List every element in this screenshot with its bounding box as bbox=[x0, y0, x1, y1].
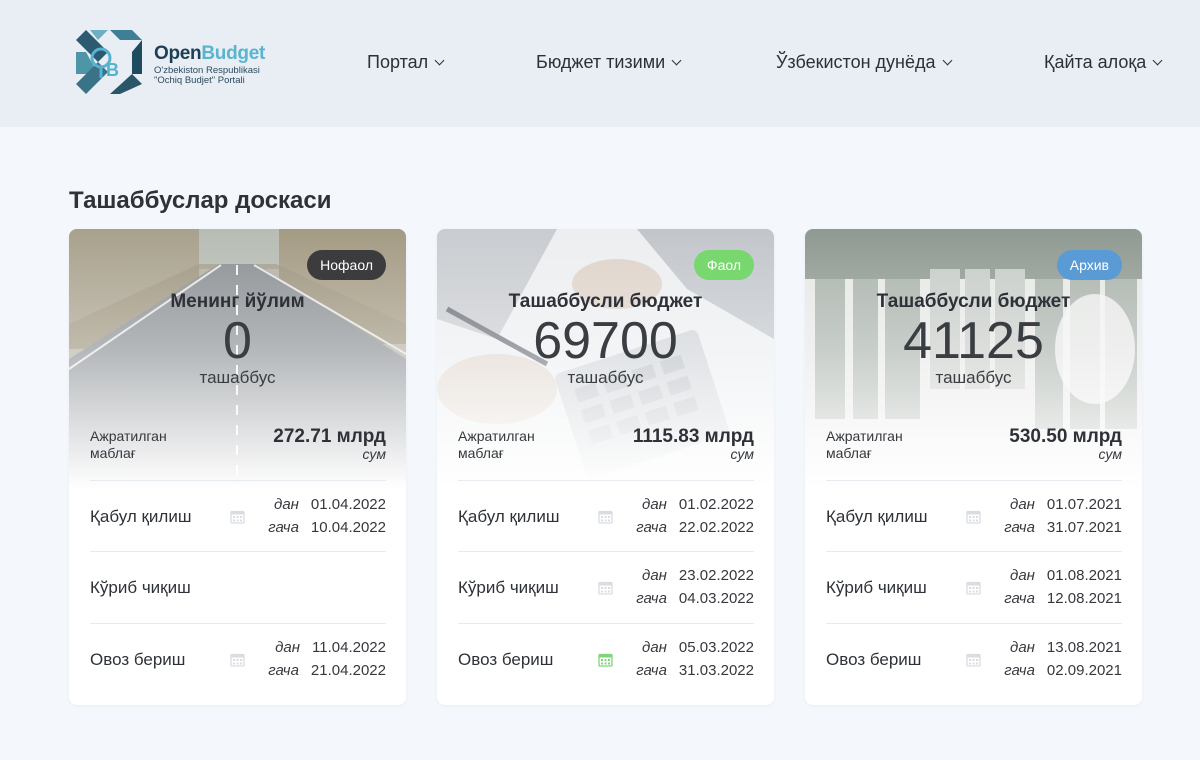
date-to: 04.03.2022 bbox=[678, 590, 754, 607]
stage-label: Овоз бериш bbox=[826, 650, 922, 669]
stage-row-review: Кўриб чиқиш bbox=[90, 551, 386, 622]
status-badge: Нофаол bbox=[307, 250, 386, 280]
stage-label: Қабул қилиш bbox=[826, 507, 928, 526]
initiative-count: 41125 bbox=[903, 312, 1044, 370]
stage-label: Кўриб чиқиш bbox=[458, 578, 559, 597]
stage-dates: дан 01.02.2022 гача 22.02.2022 bbox=[636, 496, 754, 536]
date-to: 10.04.2022 bbox=[310, 519, 386, 536]
stage-label: Овоз бериш bbox=[458, 650, 554, 669]
card-title: Менинг йўлим bbox=[170, 291, 305, 312]
initiative-card[interactable]: Нофаол Менинг йўлим 0 ташаббус Ажратилга… bbox=[69, 229, 406, 705]
card-title: Ташаббусли бюджет bbox=[508, 291, 703, 312]
calendar-active-icon bbox=[598, 653, 613, 667]
stage-row-vote: Овоз бериш дан 05.03.2022 гача 31.03.2022 bbox=[458, 623, 754, 694]
stage-dates: дан 01.08.2021 гача 12.08.2021 bbox=[1004, 567, 1122, 607]
nav-uzbekistan-world-label: Ўзбекистон дунёда bbox=[776, 52, 936, 72]
openbudget-logo[interactable]: B OpenBudget O'zbekiston Respublikasi "O… bbox=[68, 22, 283, 104]
stage-label: Кўриб чиқиш bbox=[90, 578, 191, 597]
nav-budget-system[interactable]: Бюджет тизими bbox=[536, 52, 682, 73]
date-from: 01.08.2021 bbox=[1046, 567, 1122, 584]
stage-dates: дан 23.02.2022 гача 04.03.2022 bbox=[636, 567, 754, 607]
date-from: 13.08.2021 bbox=[1046, 639, 1122, 656]
date-to: 12.08.2021 bbox=[1046, 590, 1122, 607]
date-to: 31.07.2021 bbox=[1046, 519, 1122, 536]
allocated-label: Ажратилган маблағ bbox=[90, 428, 167, 461]
calendar-icon bbox=[966, 653, 981, 667]
page-title: Ташаббуслар доскаси bbox=[69, 187, 332, 214]
nav-uzbekistan-world[interactable]: Ўзбекистон дунёда bbox=[776, 52, 952, 73]
date-from: 01.04.2022 bbox=[310, 496, 386, 513]
date-from: 01.07.2021 bbox=[1046, 496, 1122, 513]
stage-label: Овоз бериш bbox=[90, 650, 186, 669]
nav-feedback-label: Қайта алоқа bbox=[1044, 52, 1147, 72]
stage-row-accept: Қабул қилиш дан 01.04.2022 гача 10.04.2022 bbox=[90, 480, 386, 551]
allocated-label: Ажратилган маблағ bbox=[826, 428, 903, 461]
date-to: 21.04.2022 bbox=[310, 662, 386, 679]
allocated-amount: 530.50 млрд bbox=[1009, 426, 1122, 447]
calendar-icon bbox=[598, 581, 613, 595]
chevron-down-icon bbox=[1152, 55, 1163, 66]
stage-label: Кўриб чиқиш bbox=[826, 578, 927, 597]
site-header: B OpenBudget O'zbekiston Respublikasi "O… bbox=[0, 0, 1200, 127]
date-to: 22.02.2022 bbox=[678, 519, 754, 536]
status-badge: Архив bbox=[1056, 250, 1122, 280]
calendar-icon bbox=[598, 510, 613, 524]
calendar-icon bbox=[230, 653, 245, 667]
initiative-card[interactable]: Архив Ташаббусли бюджет 41125 ташаббус А… bbox=[805, 229, 1142, 705]
initiative-count: 69700 bbox=[533, 312, 678, 370]
stage-label: Қабул қилиш bbox=[458, 507, 560, 526]
initiative-card[interactable]: Фаол Ташаббусли бюджет 69700 ташаббус Аж… bbox=[437, 229, 774, 705]
nav-portal-label: Портал bbox=[367, 52, 429, 72]
chevron-down-icon bbox=[434, 55, 445, 66]
chevron-down-icon bbox=[942, 55, 952, 66]
stage-dates: дан 05.03.2022 гача 31.03.2022 bbox=[636, 639, 754, 679]
nav-budget-system-label: Бюджет тизими bbox=[536, 52, 666, 72]
initiative-unit: ташаббус bbox=[199, 368, 276, 387]
date-to: 31.03.2022 bbox=[678, 662, 754, 679]
date-from: 11.04.2022 bbox=[312, 639, 386, 656]
stage-row-accept: Қабул қилиш дан 01.02.2022 гача 22.02.2022 bbox=[458, 480, 754, 551]
card-title: Ташаббусли бюджет bbox=[876, 291, 1071, 312]
allocated-amount: 272.71 млрд bbox=[273, 426, 386, 447]
svg-text:B: B bbox=[106, 60, 119, 80]
currency-label: сум bbox=[1098, 446, 1122, 462]
calendar-icon bbox=[966, 581, 981, 595]
stage-row-vote: Овоз бериш дан 13.08.2021 гача 02.09.2021 bbox=[826, 623, 1122, 694]
allocated-label: Ажратилган маблағ bbox=[458, 428, 535, 461]
date-to: 02.09.2021 bbox=[1046, 662, 1122, 679]
date-from: 23.02.2022 bbox=[678, 567, 754, 584]
initiative-unit: ташаббус bbox=[935, 368, 1012, 387]
openbudget-logo-icon: B bbox=[76, 30, 142, 94]
initiative-count: 0 bbox=[223, 312, 252, 370]
nav-feedback[interactable]: Қайта алоқа bbox=[1044, 52, 1163, 73]
stage-dates: дан 01.07.2021 гача 31.07.2021 bbox=[1004, 496, 1122, 536]
stage-dates: дан 13.08.2021 гача 02.09.2021 bbox=[1004, 639, 1122, 679]
stage-row-review: Кўриб чиқиш дан 23.02.2022 гача 04.03.2022 bbox=[458, 551, 754, 622]
logo-subtitle: O'zbekiston Respublikasi "Ochiq Budjet" … bbox=[154, 65, 260, 86]
date-from: 05.03.2022 bbox=[678, 639, 754, 656]
date-from: 01.02.2022 bbox=[678, 496, 754, 513]
nav-portal[interactable]: Портал bbox=[367, 52, 445, 73]
initiative-unit: ташаббус bbox=[567, 368, 644, 387]
stage-label: Қабул қилиш bbox=[90, 507, 192, 526]
stage-row-accept: Қабул қилиш дан 01.07.2021 гача 31.07.2021 bbox=[826, 480, 1122, 551]
currency-label: сум bbox=[362, 446, 386, 462]
currency-label: сум bbox=[730, 446, 754, 462]
stage-row-vote: Овоз бериш дан 11.04.2022 гача 21.04.2022 bbox=[90, 623, 386, 694]
allocated-amount: 1115.83 млрд bbox=[632, 426, 754, 447]
calendar-icon bbox=[966, 510, 981, 524]
status-badge: Фаол bbox=[693, 250, 754, 280]
stage-row-review: Кўриб чиқиш дан 01.08.2021 гача 12.08.2021 bbox=[826, 551, 1122, 622]
chevron-down-icon bbox=[671, 55, 682, 66]
logo-title: OpenBudget bbox=[154, 43, 265, 64]
calendar-icon bbox=[230, 510, 245, 524]
stage-dates: дан 11.04.2022 гача 21.04.2022 bbox=[268, 639, 386, 679]
stage-dates: дан 01.04.2022 гача 10.04.2022 bbox=[268, 496, 386, 536]
